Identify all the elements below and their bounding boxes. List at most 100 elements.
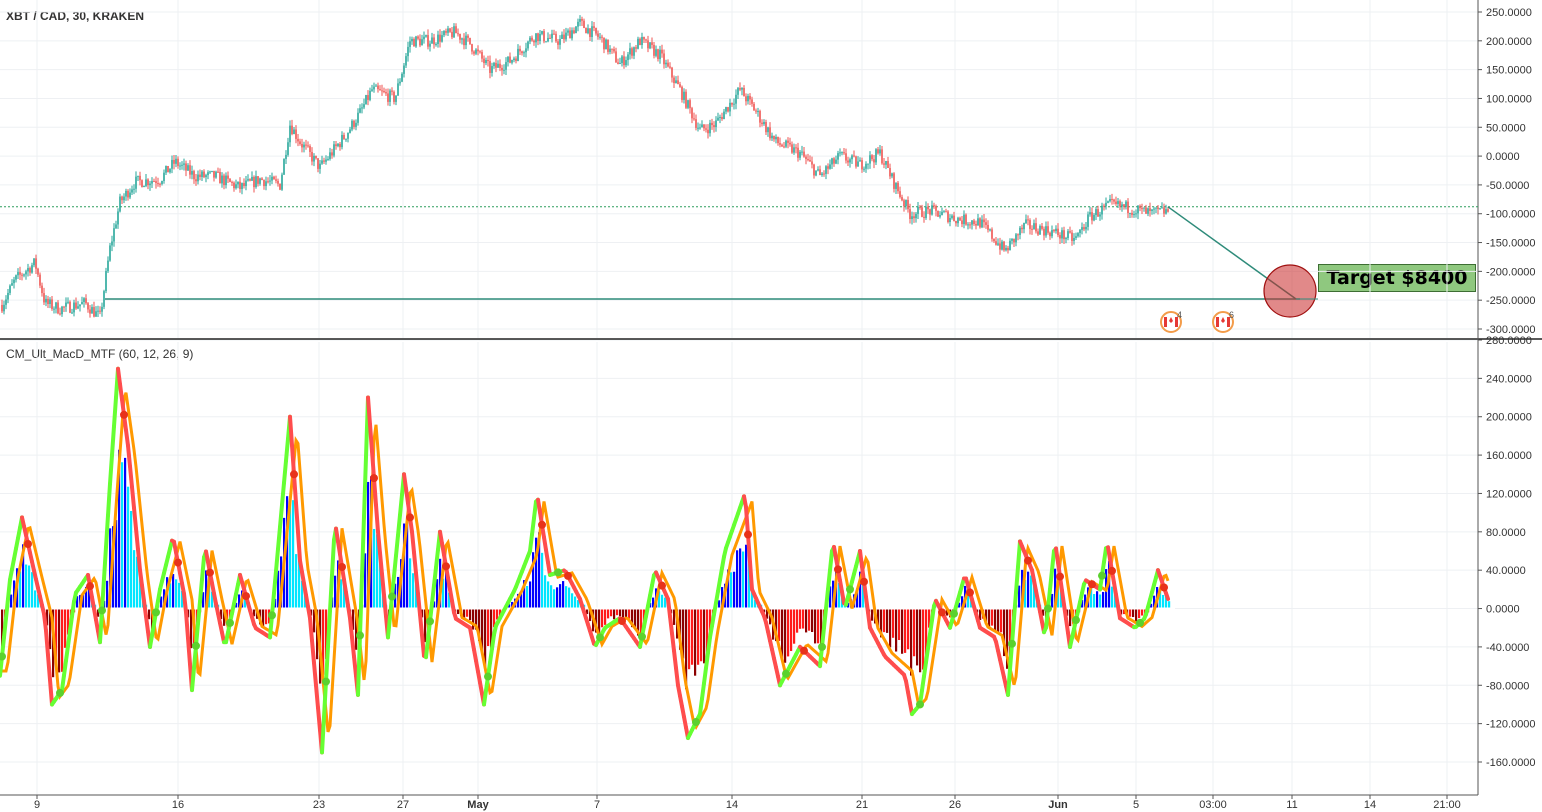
candle-body xyxy=(379,89,381,91)
candle-body xyxy=(1003,241,1005,251)
histogram-bar xyxy=(550,585,553,609)
candle-body xyxy=(1047,226,1049,233)
candle-body xyxy=(641,36,643,45)
candle-body xyxy=(229,178,231,182)
candle-body xyxy=(1023,222,1025,230)
candle-body xyxy=(225,175,227,186)
macd-segment xyxy=(666,596,672,619)
cross-dot xyxy=(618,617,626,626)
candle-body xyxy=(197,174,199,182)
candle-body xyxy=(883,163,885,165)
candle-body xyxy=(413,38,415,47)
candle-body xyxy=(401,73,403,82)
time-tick-label: May xyxy=(467,799,489,811)
candle-body xyxy=(1153,208,1155,210)
macd-tick-label: 0.0000 xyxy=(1486,604,1520,616)
macd-segment xyxy=(866,610,872,630)
candle-body xyxy=(237,181,239,185)
candle-body xyxy=(507,56,509,63)
candle-body xyxy=(851,155,853,160)
cross-dot xyxy=(290,470,298,479)
candle-body xyxy=(349,129,351,133)
candle-body xyxy=(731,102,733,105)
candle-body xyxy=(709,122,711,134)
candle-body xyxy=(755,110,757,112)
candle-body xyxy=(1025,219,1027,223)
candle-body xyxy=(845,153,847,161)
candle-body xyxy=(385,92,387,94)
candle-body xyxy=(47,298,49,305)
cross-dot xyxy=(744,530,752,539)
candle-body xyxy=(973,220,975,225)
cross-dot xyxy=(658,581,666,590)
macd-segment xyxy=(112,395,118,429)
macd-segment xyxy=(182,591,188,614)
histogram-bar xyxy=(799,608,802,629)
candle-body xyxy=(1027,219,1029,221)
macd-segment xyxy=(410,529,416,555)
candle-body xyxy=(787,140,789,143)
histogram-bar xyxy=(988,608,991,627)
candle-body xyxy=(1015,234,1017,243)
candle-body xyxy=(611,48,613,50)
candle-body xyxy=(987,224,989,230)
cross-dot xyxy=(338,562,346,571)
candle-body xyxy=(269,180,271,182)
candle-body xyxy=(733,103,735,105)
macd-segment xyxy=(98,608,104,645)
cross-dot xyxy=(226,618,234,627)
macd-segment xyxy=(746,532,752,564)
histogram-bar xyxy=(463,608,466,618)
candle-body xyxy=(279,183,281,190)
candle-body xyxy=(1079,229,1081,234)
histogram-bar xyxy=(565,586,568,609)
candle-body xyxy=(309,146,311,152)
candle-body xyxy=(925,206,927,218)
macd-segment xyxy=(314,683,320,710)
candle-body xyxy=(315,155,317,159)
histogram-bar xyxy=(1102,591,1105,609)
macd-segment xyxy=(362,455,368,519)
price-and-macd-chart[interactable]: 250.0000200.0000150.0000100.000050.00000… xyxy=(0,0,1542,812)
candle-body xyxy=(699,127,701,129)
candle-body xyxy=(355,122,357,127)
histogram-bar xyxy=(895,608,898,652)
candle-body xyxy=(967,224,969,226)
cross-dot xyxy=(638,632,646,641)
candle-body xyxy=(757,110,759,112)
histogram-bar xyxy=(703,608,706,664)
macd-segment xyxy=(434,547,440,570)
candle-body xyxy=(275,179,277,181)
candle-body xyxy=(471,44,473,52)
candle-body xyxy=(455,26,457,34)
candle-body xyxy=(261,178,263,180)
candle-body xyxy=(111,241,113,246)
candle-body xyxy=(203,171,205,178)
histogram-bar xyxy=(898,608,901,641)
histogram-bar xyxy=(661,594,664,609)
histogram-bar xyxy=(673,608,676,625)
cross-dot xyxy=(916,700,924,709)
candle-body xyxy=(897,182,899,192)
histogram-bar xyxy=(172,574,175,609)
macd-segment xyxy=(380,572,386,598)
candle-body xyxy=(511,60,513,63)
candle-body xyxy=(227,175,229,179)
candle-body xyxy=(17,272,19,276)
candle-body xyxy=(823,173,825,175)
candle-body xyxy=(907,199,909,210)
candle-body xyxy=(451,31,453,38)
macd-segment xyxy=(320,714,326,755)
candle-body xyxy=(573,30,575,34)
candle-body xyxy=(1107,201,1109,203)
macd-segment xyxy=(46,653,52,682)
candle-body xyxy=(1105,202,1107,207)
candle-body xyxy=(1081,227,1083,230)
macd-segment xyxy=(1006,667,1012,697)
candle-body xyxy=(177,158,179,166)
candle-body xyxy=(553,33,555,35)
candle-body xyxy=(73,302,75,313)
candle-body xyxy=(647,40,649,49)
candle-body xyxy=(163,172,165,182)
candle-body xyxy=(705,128,707,130)
